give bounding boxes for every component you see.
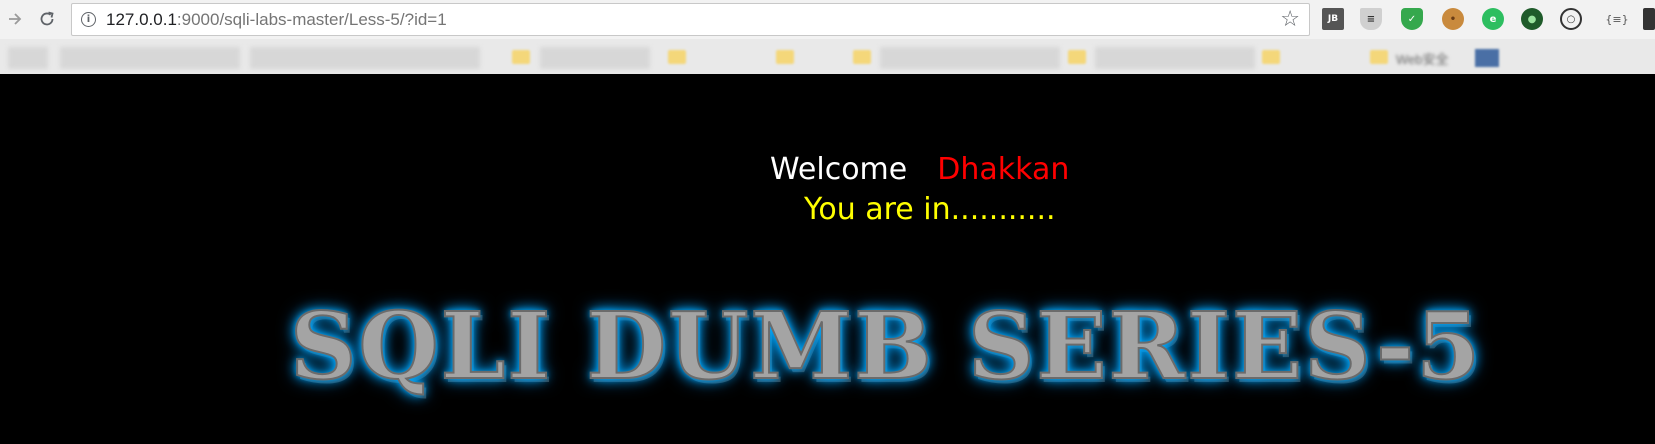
series-title-banner: SQLI DUMB SERIES-5	[289, 291, 1483, 401]
reload-icon	[40, 11, 54, 26]
bookmark-item[interactable]	[1095, 47, 1255, 69]
welcome-text: Welcome	[770, 152, 908, 187]
folder-icon[interactable]	[1068, 50, 1086, 64]
shield-extension-icon[interactable]: ≡	[1360, 8, 1382, 30]
welcome-name: Dhakkan	[937, 152, 1070, 187]
folder-icon[interactable]	[776, 50, 794, 64]
browser-toolbar: i 127.0.0.1:9000/sqli-labs-master/Less-5…	[0, 0, 1655, 39]
bookmark-item[interactable]	[8, 47, 48, 69]
info-icon[interactable]: i	[81, 12, 96, 27]
bookmark-item[interactable]	[250, 47, 480, 69]
reload-button[interactable]	[34, 6, 60, 32]
folder-icon[interactable]	[512, 50, 530, 64]
folder-icon[interactable]	[1370, 50, 1388, 64]
arrow-right-icon	[9, 13, 22, 25]
bookmark-item[interactable]	[60, 47, 240, 69]
json-extension-icon[interactable]: {≡}	[1600, 8, 1634, 30]
status-message: You are in...........	[804, 192, 1056, 227]
circle-extension-icon[interactable]: ○	[1560, 8, 1582, 30]
cookie-extension-icon[interactable]: •	[1442, 8, 1464, 30]
forward-button[interactable]	[2, 6, 28, 32]
page-content: Welcome Dhakkan You are in........... SQL…	[0, 74, 1655, 444]
address-url[interactable]: 127.0.0.1:9000/sqli-labs-master/Less-5/?…	[106, 10, 447, 30]
bookmark-item[interactable]	[1475, 49, 1499, 67]
address-path: :9000/sqli-labs-master/Less-5/?id=1	[176, 10, 447, 29]
folder-icon[interactable]	[853, 50, 871, 64]
welcome-message: Welcome Dhakkan	[770, 152, 1069, 187]
evernote-extension-icon[interactable]: e	[1482, 8, 1504, 30]
bookmark-item[interactable]	[540, 47, 650, 69]
green-shield-extension-icon[interactable]: ✓	[1401, 8, 1423, 30]
bookmarks-bar: Web安全	[0, 39, 1655, 74]
bookmark-item[interactable]	[880, 47, 1060, 69]
folder-icon[interactable]	[1262, 50, 1280, 64]
overflow-extension-icon[interactable]	[1643, 8, 1655, 30]
address-host: 127.0.0.1	[106, 10, 177, 29]
address-bar[interactable]: i 127.0.0.1:9000/sqli-labs-master/Less-5…	[71, 3, 1310, 36]
dark-circle-extension-icon[interactable]: ●	[1521, 8, 1543, 30]
jb-extension-icon[interactable]: JB	[1322, 8, 1344, 30]
bookmark-folder-label[interactable]: Web安全	[1396, 49, 1449, 68]
star-icon[interactable]: ☆	[1280, 7, 1300, 32]
folder-icon[interactable]	[668, 50, 686, 64]
